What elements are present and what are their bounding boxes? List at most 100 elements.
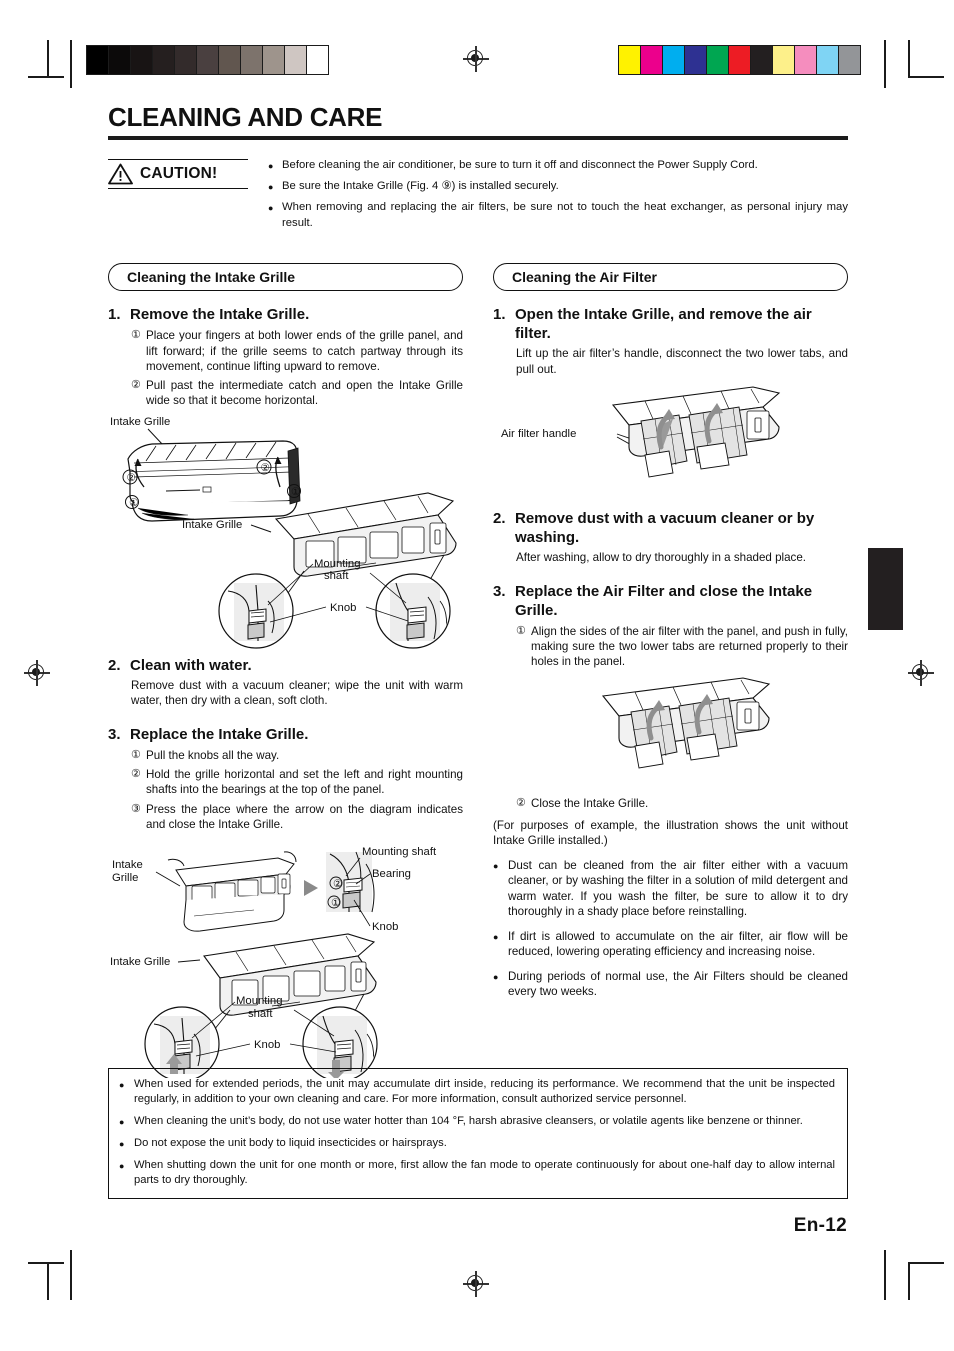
svg-text:①: ①: [331, 897, 341, 909]
bullet-icon: ●: [268, 182, 274, 193]
note-item-text: Do not expose the unit body to liquid in…: [134, 1136, 447, 1149]
svg-text:①: ①: [129, 497, 139, 509]
step-title: Remove dust with a vacuum cleaner or by …: [515, 510, 815, 547]
grayscale-step-wedge: [86, 45, 329, 75]
caution-label-box: CAUTION!: [108, 157, 248, 236]
crop-mark-br-h: [908, 1262, 944, 1264]
grayscale-patch-4: [175, 46, 197, 74]
svg-text:①: ①: [291, 486, 301, 498]
step-title: Remove the Intake Grille.: [130, 306, 310, 324]
page-number: En-12: [793, 1215, 847, 1236]
crop-mark-tr-h: [908, 76, 944, 78]
caution-item: ● Be sure the Intake Grille (Fig. 4 ⑨) i…: [268, 179, 848, 195]
caution-item: ● When removing and replacing the air fi…: [268, 200, 848, 231]
substep-text: Pull past the intermediate catch and ope…: [146, 379, 463, 408]
svg-text:②: ②: [333, 878, 343, 890]
filter-bullet: ● During periods of normal use, the Air …: [493, 969, 848, 1000]
color-patch-4: [707, 46, 729, 74]
figure-label-bearing: Bearing: [372, 868, 411, 880]
crop-mark-tr-v2: [908, 40, 910, 76]
crop-mark-br-v2: [908, 1262, 910, 1300]
title-rule: [108, 136, 848, 141]
bullet-icon: ●: [268, 161, 274, 172]
figure-label-intake-grille-lower: Intake Grille: [182, 519, 242, 531]
substep-text: Hold the grille horizontal and set the l…: [146, 768, 463, 797]
substep-text: Pull the knobs all the way.: [146, 748, 280, 762]
substep-text: Align the sides of the air filter with t…: [531, 624, 848, 669]
step-number: 3.: [493, 582, 506, 600]
step-title: Clean with water.: [130, 656, 252, 674]
step-3-replace-air-filter: 3. Replace the Air Filter and close the …: [493, 582, 848, 670]
figure-label-knob: Knob: [330, 602, 356, 614]
grayscale-patch-6: [219, 46, 241, 74]
caution-items: ● Before cleaning the air conditioner, b…: [248, 157, 848, 236]
svg-text:②: ②: [127, 472, 137, 484]
filter-bullet-text: If dirt is allowed to accumulate on the …: [508, 929, 848, 959]
step-3-replace-intake-grille: 3. Replace the Intake Grille. ① Pull the…: [108, 725, 463, 832]
substep: ② Pull past the intermediate catch and o…: [108, 378, 463, 409]
figure-label-mounting-shaft-b2: shaft: [248, 1008, 273, 1020]
note-item: ● When used for extended periods, the un…: [119, 1077, 835, 1108]
section-header-air-filter: Cleaning the Air Filter: [493, 263, 848, 292]
color-patch-8: [795, 46, 817, 74]
bullet-icon: ●: [119, 1138, 125, 1149]
illustration-note: (For purposes of example, the illustrati…: [493, 818, 848, 848]
figure-remove-intake-grille: Intake Grille ② ① ② ① Intake Grille Moun…: [108, 415, 463, 650]
substep: ① Align the sides of the air filter with…: [493, 624, 848, 670]
step-title: Replace the Air Filter and close the Int…: [515, 582, 813, 619]
color-control-bar: [618, 45, 861, 75]
substep: ① Pull the knobs all the way.: [108, 748, 463, 763]
color-patch-9: [817, 46, 839, 74]
substep-text: Press the place where the arrow on the d…: [146, 802, 463, 831]
color-patch-10: [839, 46, 860, 74]
crop-mark-br-v: [884, 1250, 886, 1300]
crop-mark-bl2: [70, 1250, 72, 1300]
registration-mark-right: [908, 660, 934, 686]
step-1-remove-intake-grille: 1. Remove the Intake Grille. ① Place you…: [108, 305, 463, 408]
step-title: Replace the Intake Grille.: [130, 725, 309, 743]
grayscale-patch-2: [131, 46, 153, 74]
caution-label: CAUTION!: [140, 165, 218, 183]
grayscale-patch-8: [263, 46, 285, 74]
circled-number-1-icon: ①: [131, 329, 141, 342]
caution-item-text: Before cleaning the air conditioner, be …: [282, 159, 758, 172]
note-item-text: When shutting down the unit for one mont…: [134, 1158, 835, 1187]
step-number: 2.: [108, 656, 121, 674]
color-patch-3: [685, 46, 707, 74]
grayscale-patch-9: [285, 46, 307, 74]
grayscale-patch-1: [109, 46, 131, 74]
color-patch-1: [641, 46, 663, 74]
circled-number-1-icon: ①: [516, 624, 526, 637]
caution-item-text: Be sure the Intake Grille (Fig. 4 ⑨) is …: [282, 180, 559, 193]
grayscale-patch-5: [197, 46, 219, 74]
bullet-icon: ●: [493, 931, 499, 942]
figure-label-intake-grille-b: Intake Grille: [110, 956, 170, 968]
thumb-index-tab: [868, 548, 903, 630]
caution-block: CAUTION! ● Before cleaning the air condi…: [108, 157, 848, 236]
substep-text: Close the Intake Grille.: [531, 796, 649, 810]
circled-number-1-icon: ①: [131, 748, 141, 761]
filter-bullet: ● Dust can be cleaned from the air filte…: [493, 858, 848, 920]
page-title: CLEANING AND CARE: [108, 102, 383, 132]
note-item-text: When cleaning the unit’s body, do not us…: [134, 1114, 803, 1127]
step-body: Remove dust with a vacuum cleaner; wipe …: [131, 678, 463, 708]
grayscale-patch-0: [87, 46, 109, 74]
bullet-icon: ●: [268, 203, 274, 214]
warning-triangle-icon: [108, 163, 133, 185]
circled-number-2-icon: ②: [131, 379, 141, 392]
bullet-icon: ●: [493, 860, 499, 871]
note-item-text: When used for extended periods, the unit…: [134, 1078, 835, 1106]
figure-label-intake-grille: Intake Grille: [110, 416, 170, 428]
step-number: 2.: [493, 510, 506, 528]
grayscale-patch-7: [241, 46, 263, 74]
crop-mark-tr-v: [884, 40, 886, 88]
step-2-remove-dust: 2. Remove dust with a vacuum cleaner or …: [493, 509, 848, 566]
color-patch-6: [751, 46, 773, 74]
step-1-open-grille-remove-filter: 1. Open the Intake Grille, and remove th…: [493, 305, 848, 377]
crop-mark-tl-h: [28, 76, 64, 78]
step-number: 3.: [108, 725, 121, 743]
crop-mark-tl2: [70, 40, 72, 88]
step-2-clean-with-water: 2. Clean with water. Remove dust with a …: [108, 656, 463, 709]
bullet-icon: ●: [119, 1080, 125, 1090]
section-header-intake-grille: Cleaning the Intake Grille: [108, 263, 463, 292]
